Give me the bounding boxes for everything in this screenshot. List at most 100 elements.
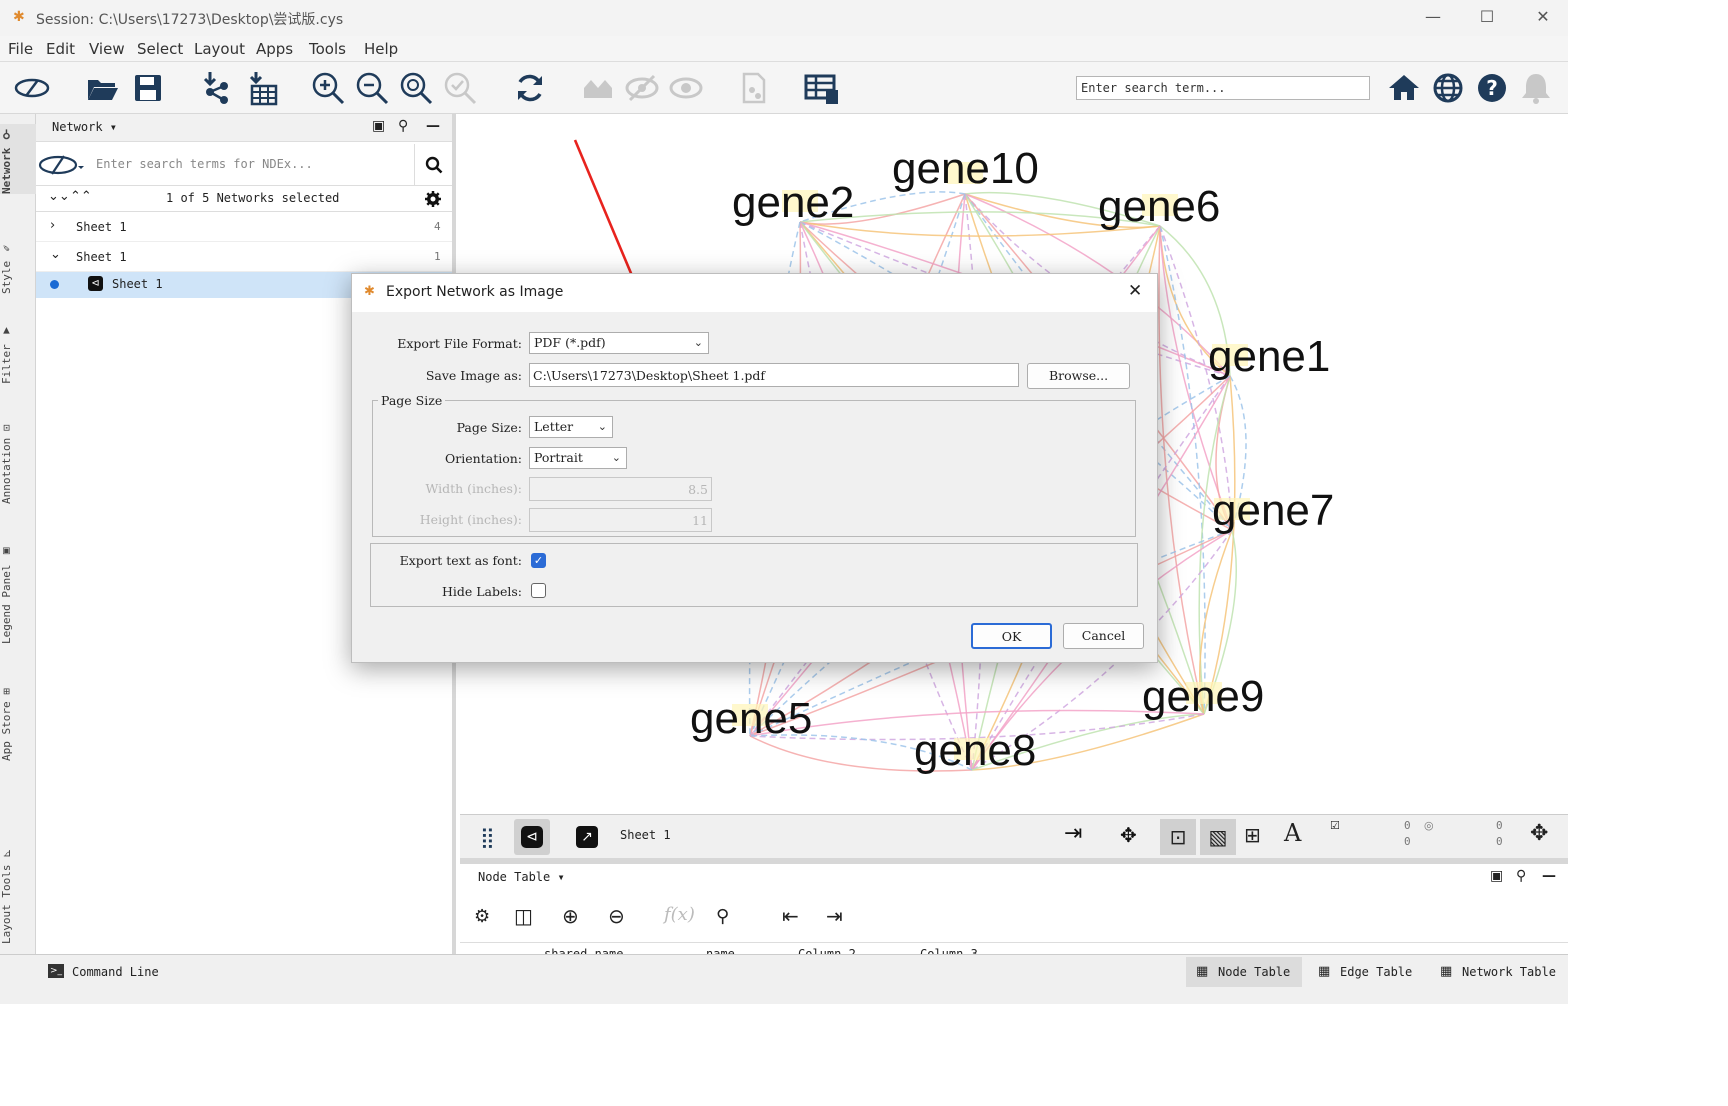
refresh-icon[interactable]: [512, 70, 548, 106]
gear-icon[interactable]: [424, 190, 442, 208]
orientation-label: Orientation:: [445, 451, 522, 466]
show-all-icon[interactable]: [580, 70, 616, 106]
table-panel-title[interactable]: Node Table ▾: [478, 870, 565, 884]
zoom-in-icon[interactable]: [310, 70, 346, 106]
float-panel-icon[interactable]: ▣: [372, 118, 385, 134]
network-edge[interactable]: [1198, 375, 1231, 715]
minimize-panel-icon[interactable]: —: [426, 118, 440, 134]
globe-icon[interactable]: [1430, 70, 1466, 106]
navigate-icon[interactable]: ✥: [1120, 823, 1137, 847]
format-select[interactable]: PDF (*.pdf) ⌄: [529, 332, 709, 354]
network-panel-title[interactable]: Network ▾: [52, 120, 117, 134]
status-tab-node-table[interactable]: ▦ Node Table: [1186, 957, 1302, 987]
page-size-select[interactable]: Letter ⌄: [529, 416, 613, 438]
node-gene5[interactable]: gene5: [690, 694, 812, 744]
grid-view-icon[interactable]: ⣿: [480, 825, 495, 849]
table-settings-icon[interactable]: ⚙: [474, 906, 490, 927]
dialog-close-icon[interactable]: ✕: [1128, 281, 1142, 301]
menu-layout[interactable]: Layout: [194, 40, 245, 58]
ndex-icon[interactable]: [14, 70, 50, 106]
node-gene6[interactable]: gene6: [1098, 182, 1220, 232]
export-text-checkbox[interactable]: ✓: [531, 553, 546, 568]
table-panel-icon[interactable]: [804, 70, 840, 106]
menu-view[interactable]: View: [89, 40, 125, 58]
menu-apps[interactable]: Apps: [256, 40, 293, 58]
export-table-icon[interactable]: ⇥: [826, 904, 843, 928]
notification-bell-icon[interactable]: [1518, 70, 1554, 106]
browse-button[interactable]: Browse...: [1027, 363, 1130, 389]
node-gene9[interactable]: gene9: [1142, 672, 1264, 722]
zoom-fit-icon[interactable]: [398, 70, 434, 106]
select-annotations-icon[interactable]: ⊞: [1244, 823, 1261, 847]
pin-table-icon[interactable]: ⚲: [1516, 868, 1526, 884]
ok-button[interactable]: OK: [971, 623, 1052, 649]
import-table-icon[interactable]: [244, 70, 280, 106]
save-path-input[interactable]: C:\Users\17273\Desktop\Sheet 1.pdf: [529, 363, 1019, 387]
cancel-button[interactable]: Cancel: [1063, 623, 1144, 649]
tab-legend-panel[interactable]: Legend Panel ▣: [0, 529, 36, 644]
open-folder-icon[interactable]: [84, 70, 120, 106]
chevron-down-icon[interactable]: ⌄: [50, 247, 61, 262]
node-gene2[interactable]: gene2: [732, 178, 854, 228]
tab-annotation[interactable]: Annotation ⊡: [0, 404, 36, 504]
text-annotation-icon[interactable]: A: [1284, 819, 1301, 847]
add-column-icon[interactable]: ⊕: [562, 904, 579, 928]
ndex-search-input[interactable]: Enter search terms for NDEx...: [96, 157, 313, 171]
node-gene1[interactable]: gene1: [1208, 332, 1330, 382]
node-gene8[interactable]: gene8: [914, 726, 1036, 776]
new-network-icon[interactable]: [736, 70, 772, 106]
zoom-selected-icon[interactable]: [442, 70, 478, 106]
pin-panel-icon[interactable]: ⚲: [398, 118, 408, 134]
help-icon[interactable]: ?: [1474, 70, 1510, 106]
home-icon[interactable]: [1386, 70, 1422, 106]
tab-layout-tools[interactable]: Layout Tools ⊾: [0, 829, 36, 944]
zoom-out-icon[interactable]: [354, 70, 390, 106]
show-eye-icon[interactable]: [668, 70, 704, 106]
function-builder-icon[interactable]: f(x): [664, 904, 695, 925]
network-collection-row[interactable]: › Sheet 1 4: [36, 212, 452, 242]
close-window-button[interactable]: ✕: [1523, 4, 1563, 30]
ndex-logo-icon[interactable]: [38, 152, 84, 178]
hide-eye-icon[interactable]: [624, 70, 660, 106]
toolbar-search-input[interactable]: Enter search term...: [1076, 76, 1370, 100]
ndex-search-button[interactable]: [414, 144, 452, 186]
chevron-right-icon[interactable]: ›: [50, 218, 55, 233]
import-table-data-icon[interactable]: ⇤: [782, 904, 799, 928]
status-tab-network-table[interactable]: ▦ Network Table: [1436, 957, 1566, 987]
show-columns-icon[interactable]: ◫: [514, 904, 533, 928]
tab-network[interactable]: Network ⚲: [0, 124, 36, 194]
hide-labels-checkbox[interactable]: [531, 583, 546, 598]
node-gene10[interactable]: gene10: [892, 144, 1039, 194]
select-nodes-icon[interactable]: ⊡: [1160, 819, 1196, 855]
tab-app-store[interactable]: App Store ⊞: [0, 666, 36, 761]
minimize-button[interactable]: —: [1413, 4, 1453, 30]
menu-help[interactable]: Help: [364, 40, 398, 58]
tab-filter[interactable]: Filter ▼: [0, 314, 36, 384]
export-view-icon[interactable]: ⇥: [1064, 821, 1082, 846]
network-view-button[interactable]: ⊲: [514, 819, 550, 855]
collapse-all-icon[interactable]: ⌃⌃: [70, 189, 92, 204]
delete-column-icon[interactable]: ⊖: [608, 904, 625, 928]
float-table-icon[interactable]: ▣: [1490, 868, 1503, 884]
minimize-table-icon[interactable]: —: [1542, 868, 1556, 884]
main-toolbar: Enter search term... ?: [0, 62, 1568, 114]
select-edges-icon[interactable]: ▧: [1200, 819, 1236, 855]
network-collection-row[interactable]: ⌄ Sheet 1 1: [36, 242, 452, 272]
fit-view-icon[interactable]: ✥: [1530, 821, 1548, 846]
menu-tools[interactable]: Tools: [309, 40, 346, 58]
height-input: 11: [529, 508, 712, 532]
menu-select[interactable]: Select: [137, 40, 183, 58]
expand-all-icon[interactable]: ⌄⌄: [48, 189, 70, 204]
orientation-select[interactable]: Portrait ⌄: [529, 447, 627, 469]
maximize-button[interactable]: ☐: [1467, 4, 1507, 30]
orientation-value: Portrait: [534, 450, 583, 465]
status-tab-edge-table[interactable]: ▦ Edge Table: [1312, 957, 1422, 987]
tab-style[interactable]: Style ✎: [0, 224, 36, 294]
detach-view-icon[interactable]: ↗: [576, 826, 598, 848]
menu-edit[interactable]: Edit: [46, 40, 75, 58]
node-gene7[interactable]: gene7: [1212, 486, 1334, 536]
save-icon[interactable]: [130, 70, 166, 106]
menu-file[interactable]: File: [8, 40, 33, 58]
table-search-icon[interactable]: ⚲: [716, 906, 729, 927]
import-network-icon[interactable]: [198, 70, 234, 106]
